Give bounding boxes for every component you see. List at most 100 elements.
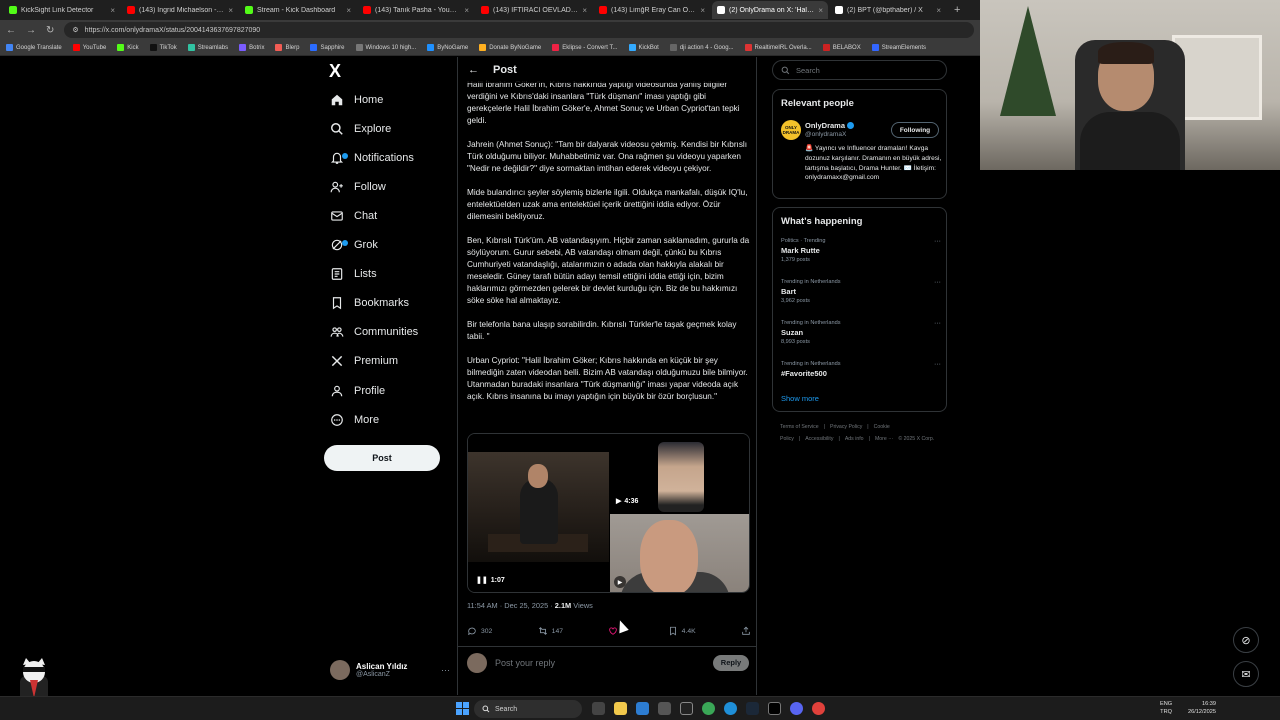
steam-icon[interactable] xyxy=(746,702,759,715)
discord-icon[interactable] xyxy=(790,702,803,715)
bookmark-item[interactable]: Eklipse - Convert T... xyxy=(552,44,618,51)
post-timestamp[interactable]: 11:54 AM · Dec 25, 2025 · xyxy=(467,601,555,610)
footer-link[interactable]: More ··· xyxy=(875,436,893,442)
chrome-icon[interactable] xyxy=(702,702,715,715)
account-switcher[interactable]: Aslican Yıldız @AslicanZ ··· xyxy=(330,657,450,683)
nav-item-bookmarks[interactable]: Bookmarks xyxy=(330,292,409,314)
bookmark-item[interactable]: Streamlabs xyxy=(187,44,228,51)
nav-item-follow[interactable]: Follow xyxy=(330,176,386,198)
site-info-icon[interactable]: ⚙ xyxy=(72,26,78,34)
close-icon[interactable]: × xyxy=(936,6,941,15)
footer-link[interactable]: Terms of Service xyxy=(780,424,819,430)
file-explorer-icon[interactable] xyxy=(614,702,627,715)
nav-item-grok[interactable]: Grok xyxy=(330,234,378,256)
bookmark-item[interactable]: KickBot xyxy=(628,44,659,51)
close-icon[interactable]: × xyxy=(110,6,115,15)
bookmark-item[interactable]: Donate ByNoGame xyxy=(479,44,541,51)
play-icon[interactable]: ▶ xyxy=(614,576,626,588)
trend-item[interactable]: Trending in Netherlands Bart 3,962 posts ··… xyxy=(781,279,941,304)
reply-input[interactable]: Post your reply xyxy=(495,658,705,668)
nav-item-home[interactable]: Home xyxy=(330,89,383,111)
close-icon[interactable]: × xyxy=(346,6,351,15)
footer-link[interactable]: Ads info xyxy=(845,436,864,442)
x-app-icon[interactable] xyxy=(768,702,781,715)
show-more-link[interactable]: Show more xyxy=(781,394,819,403)
nav-item-explore[interactable]: Explore xyxy=(330,118,391,140)
search-input[interactable]: Search xyxy=(772,60,947,80)
task-view-icon[interactable] xyxy=(592,702,605,715)
bookmark-item[interactable]: Sapphire xyxy=(310,44,345,51)
grok-fab-icon[interactable]: ⊘ xyxy=(1233,627,1259,653)
bookmark-item[interactable]: RealtimeIRL Overla... xyxy=(744,44,812,51)
browser-tab[interactable]: (143) Ingrid Michaelson - Rockin' × xyxy=(122,1,238,19)
nav-item-communities[interactable]: Communities xyxy=(330,321,418,343)
new-tab-button[interactable]: + xyxy=(948,4,966,16)
browser-tab[interactable]: (2) BPT (@bpthaber) / X × xyxy=(830,1,946,19)
edge-icon[interactable] xyxy=(724,702,737,715)
app-icon[interactable] xyxy=(658,702,671,715)
bookmark-action[interactable]: 4.4K xyxy=(668,626,696,636)
video-thumbnail-1[interactable]: ❚❚ 1:07 xyxy=(468,434,609,592)
x-logo[interactable]: X xyxy=(329,62,347,80)
bookmark-item[interactable]: Botrix xyxy=(239,44,264,51)
more-dots-icon[interactable]: ··· xyxy=(934,279,941,286)
nav-item-premium[interactable]: Premium xyxy=(330,350,398,372)
browser-tab[interactable]: (143) LimğR Eray Can Öztenar - 3 × xyxy=(594,1,710,19)
video-thumbnail-2[interactable]: ▶ 4:36 xyxy=(610,434,749,513)
avatar[interactable]: ONLY DRAMA xyxy=(781,120,801,140)
nav-item-notifications[interactable]: Notifications xyxy=(330,147,414,169)
following-button[interactable]: Following xyxy=(891,122,939,138)
nav-item-lists[interactable]: Lists xyxy=(330,263,377,285)
browser-tab[interactable]: (143) Tanık Pasha - YouTube × xyxy=(358,1,474,19)
nav-item-profile[interactable]: Profile xyxy=(330,380,385,402)
messages-fab-icon[interactable]: ✉ xyxy=(1233,661,1259,687)
footer-link[interactable]: © 2025 X Corp. xyxy=(898,436,934,442)
bookmark-item[interactable]: Windows 10 high... xyxy=(355,44,416,51)
back-icon[interactable]: ← xyxy=(6,25,16,36)
bookmark-item[interactable]: TikTok xyxy=(149,44,177,51)
taskbar-search[interactable]: Search xyxy=(474,700,582,718)
footer-link[interactable]: Privacy Policy xyxy=(830,424,862,430)
trend-item[interactable]: Trending in Netherlands #Favorite500 ··· xyxy=(781,361,941,380)
browser-tab[interactable]: (143) İFTİRACI OEVLADINIA CEVAP × xyxy=(476,1,592,19)
reply-action[interactable]: 302 xyxy=(467,626,492,636)
footer-link[interactable]: Accessibility xyxy=(805,436,833,442)
forward-icon[interactable]: → xyxy=(26,25,36,36)
relevant-person-name[interactable]: OnlyDrama xyxy=(805,121,855,130)
repost-action[interactable]: 147 xyxy=(538,626,563,636)
post-button[interactable]: Post xyxy=(324,445,440,471)
close-icon[interactable]: × xyxy=(700,6,705,15)
more-dots-icon[interactable]: ··· xyxy=(934,361,941,368)
bookmark-item[interactable]: BELABOX xyxy=(822,44,861,51)
more-dots-icon[interactable]: ··· xyxy=(934,320,941,327)
back-arrow-icon[interactable]: ← xyxy=(468,64,479,76)
trend-item[interactable]: Trending in Netherlands Suzan 8,993 posts ·… xyxy=(781,320,941,345)
share-action[interactable] xyxy=(741,626,751,636)
close-icon[interactable]: × xyxy=(582,6,587,15)
close-icon[interactable]: × xyxy=(818,6,823,15)
bookmark-item[interactable]: YouTube xyxy=(72,44,106,51)
nav-item-more[interactable]: More xyxy=(330,409,379,431)
browser-tab[interactable]: KickSight Link Detector × xyxy=(4,1,120,19)
app-icon[interactable] xyxy=(812,702,825,715)
close-icon[interactable]: × xyxy=(464,6,469,15)
close-icon[interactable]: × xyxy=(228,6,233,15)
trend-item[interactable]: Politics · Trending Mark Rutte 1,379 posts… xyxy=(781,238,941,263)
app-icon[interactable] xyxy=(636,702,649,715)
reply-button[interactable]: Reply xyxy=(713,654,749,671)
language-indicator[interactable]: ENG TRQ xyxy=(1160,700,1172,716)
bookmark-item[interactable]: StreamElements xyxy=(871,44,926,51)
bookmark-item[interactable]: Blerp xyxy=(275,44,299,51)
windows-start-icon[interactable] xyxy=(456,702,469,715)
reload-icon[interactable]: ↻ xyxy=(46,25,54,36)
more-dots-icon[interactable]: ··· xyxy=(934,238,941,245)
obs-icon[interactable] xyxy=(680,702,693,715)
more-dots-icon[interactable]: ··· xyxy=(441,665,450,675)
system-clock[interactable]: 16:39 26/12/2025 xyxy=(1188,700,1216,716)
nav-item-chat[interactable]: Chat xyxy=(330,205,377,227)
bookmark-item[interactable]: Google Translate xyxy=(6,44,62,51)
url-field[interactable]: ⚙ https://x.com/onlydramaX/status/200414… xyxy=(64,22,974,38)
video-thumbnail-3[interactable]: ▶ xyxy=(610,514,749,592)
bookmark-item[interactable]: Kick xyxy=(117,44,139,51)
browser-tab[interactable]: (2) OnlyDrama on X: 'Halil İb × xyxy=(712,1,828,19)
